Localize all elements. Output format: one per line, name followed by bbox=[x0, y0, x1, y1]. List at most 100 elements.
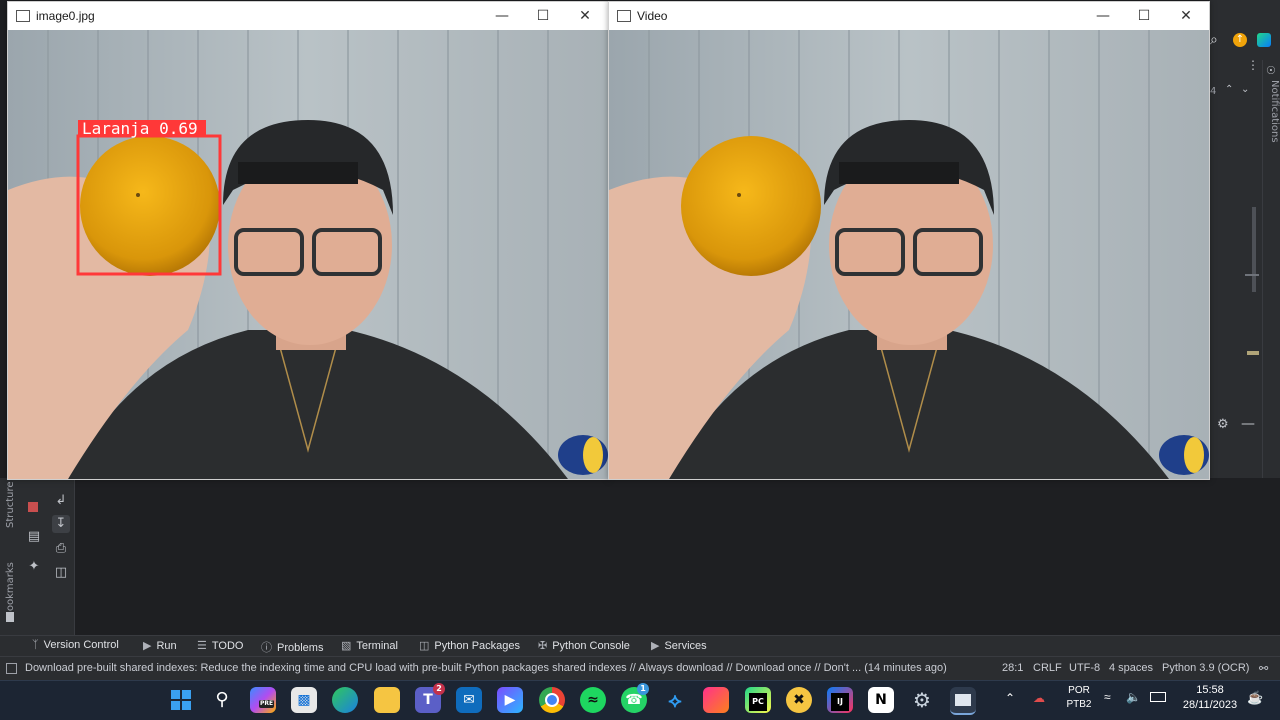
intellij-icon[interactable]: IJ bbox=[827, 687, 853, 713]
python-packages-icon: ◫ bbox=[419, 640, 430, 652]
pin-icon[interactable]: ✦ bbox=[25, 558, 43, 576]
version-control-icon: ᛉ bbox=[32, 639, 39, 651]
run-console-output[interactable] bbox=[75, 478, 1280, 635]
chevron-up-icon[interactable]: ⌃ bbox=[1225, 84, 1233, 95]
stop-icon[interactable] bbox=[28, 502, 38, 512]
gear-icon[interactable]: ⚙ bbox=[1217, 417, 1229, 432]
tab-python-console[interactable]: ✠ Python Console bbox=[538, 639, 630, 652]
window-icon bbox=[617, 10, 631, 22]
status-bar: Download pre-built shared indexes: Reduc… bbox=[0, 656, 1280, 681]
terminal-icon: ▧ bbox=[341, 640, 352, 652]
spotify-icon[interactable]: ≈ bbox=[580, 687, 606, 713]
chevron-down-icon[interactable]: ⌄ bbox=[1241, 84, 1249, 95]
edge-icon[interactable] bbox=[332, 687, 358, 713]
pycharm-icon[interactable]: PC bbox=[745, 687, 771, 713]
lock-icon[interactable]: ⚯ bbox=[1259, 662, 1268, 675]
store-icon[interactable]: ▩ bbox=[291, 687, 317, 713]
clipchamp-icon[interactable]: ▶ bbox=[497, 687, 523, 713]
image-window-titlebar[interactable]: image0.jpg — ☐ ✕ bbox=[8, 2, 608, 30]
layout-icon[interactable]: ▤ bbox=[25, 528, 43, 546]
windows-taskbar: ⚲ PRE ▩ T 2 ✉ ▶ ≈ ☎ 1 ⟡ PC ✖ IJ N ⚙ ⌃ ☁ … bbox=[0, 680, 1280, 720]
minimize-button[interactable]: — bbox=[1083, 4, 1123, 28]
image-window[interactable]: image0.jpg — ☐ ✕ Laranja 0.69 bbox=[7, 1, 609, 480]
tab-python-packages[interactable]: ◫ Python Packages bbox=[419, 639, 520, 652]
tab-problems[interactable]: ⓘ Problems bbox=[261, 639, 323, 655]
windows-start-icon[interactable] bbox=[168, 687, 194, 713]
caret-position[interactable]: 28:1 bbox=[1002, 662, 1023, 674]
file-explorer-icon[interactable] bbox=[374, 687, 400, 713]
settings-icon[interactable]: ⚙ bbox=[909, 687, 935, 713]
status-message[interactable]: Download pre-built shared indexes: Reduc… bbox=[25, 662, 947, 674]
app-icon[interactable]: ✖ bbox=[786, 687, 812, 713]
clock-time: 15:58 bbox=[1196, 684, 1224, 696]
cloud-sync-icon[interactable]: ☁ bbox=[1033, 691, 1045, 705]
update-icon[interactable]: ↑ bbox=[1233, 33, 1247, 47]
jetbrains-toolbox-icon[interactable] bbox=[703, 687, 729, 713]
trash-icon[interactable]: ◫ bbox=[52, 564, 70, 582]
tab-label: Run bbox=[156, 640, 177, 652]
tab-services[interactable]: ▶ Services bbox=[651, 639, 707, 652]
copilot-icon[interactable]: PRE bbox=[250, 687, 276, 713]
structure-tab[interactable]: Structure bbox=[5, 478, 16, 528]
file-encoding[interactable]: UTF-8 bbox=[1069, 662, 1100, 674]
close-button[interactable]: ✕ bbox=[565, 4, 605, 28]
print-icon[interactable]: ⎙ bbox=[52, 540, 70, 558]
tab-label: Terminal bbox=[356, 640, 398, 652]
tab-version-control[interactable]: ᛉ Version Control bbox=[32, 639, 119, 651]
tab-label: TODO bbox=[211, 640, 244, 652]
video-window[interactable]: Video — ☐ ✕ bbox=[608, 1, 1210, 480]
copilot-pre-tag: PRE bbox=[259, 700, 275, 708]
notification-bell-icon[interactable]: ☕ bbox=[1247, 690, 1263, 706]
mail-icon[interactable]: ✉ bbox=[456, 687, 482, 713]
teams-icon[interactable]: T 2 bbox=[415, 683, 445, 713]
volume-icon[interactable]: 🔈 bbox=[1126, 690, 1141, 704]
tab-label: Services bbox=[664, 640, 707, 652]
tab-label: Problems bbox=[277, 642, 324, 654]
maximize-button[interactable]: ☐ bbox=[1124, 4, 1164, 28]
maximize-button[interactable]: ☐ bbox=[523, 4, 563, 28]
tab-todo[interactable]: ☰ TODO bbox=[197, 639, 243, 652]
bookmark-icon[interactable] bbox=[6, 612, 14, 622]
close-button[interactable]: ✕ bbox=[1166, 4, 1206, 28]
bookmarks-tab[interactable]: Bookmarks bbox=[5, 558, 16, 618]
whatsapp-icon[interactable]: ☎ 1 bbox=[621, 683, 649, 713]
soft-wrap-icon[interactable]: ↲ bbox=[52, 492, 70, 510]
search-icon[interactable]: ⚲ bbox=[209, 687, 235, 713]
python-window-icon[interactable] bbox=[950, 687, 976, 715]
teams-badge: 2 bbox=[433, 683, 445, 695]
scroll-to-end-icon[interactable]: ↧ bbox=[52, 515, 70, 533]
notifications-bell-icon[interactable]: ☉ bbox=[1266, 64, 1276, 77]
more-icon[interactable]: ⋮ bbox=[1247, 58, 1259, 72]
tab-run[interactable]: ▶ Run bbox=[143, 639, 177, 652]
search-icon[interactable]: ⌕ bbox=[1210, 32, 1226, 48]
notion-icon[interactable]: N bbox=[868, 687, 894, 713]
editor-scrollbar[interactable] bbox=[1252, 207, 1256, 292]
tab-label: Python Packages bbox=[434, 640, 521, 652]
wifi-icon[interactable]: ≈ bbox=[1104, 690, 1111, 704]
vscode-icon[interactable]: ⟡ bbox=[662, 687, 688, 713]
tab-terminal[interactable]: ▧ Terminal bbox=[341, 639, 398, 652]
notifications-tab[interactable]: Notifications bbox=[1262, 80, 1280, 170]
python-interpreter[interactable]: Python 3.9 (OCR) bbox=[1162, 662, 1249, 674]
tool-window-bar: ᛉ Version Control ▶ Run ☰ TODO ⓘ Problems ▧ T… bbox=[0, 635, 1280, 657]
image-window-title: image0.jpg bbox=[36, 9, 95, 23]
services-icon: ▶ bbox=[651, 640, 660, 652]
todo-icon: ☰ bbox=[197, 640, 207, 652]
python-console-icon: ✠ bbox=[538, 640, 548, 652]
minimize-button[interactable]: — bbox=[482, 4, 522, 28]
clock[interactable]: 15:58 28/11/2023 bbox=[1178, 684, 1242, 711]
minimize-panel-icon[interactable]: — bbox=[1241, 416, 1255, 432]
indent-setting[interactable]: 4 spaces bbox=[1109, 662, 1153, 674]
image-frame: Laranja 0.69 bbox=[8, 30, 608, 479]
scroll-marker-warning bbox=[1247, 351, 1259, 355]
line-separator[interactable]: CRLF bbox=[1033, 662, 1062, 674]
language-code: POR bbox=[1068, 685, 1090, 696]
run-icon: ▶ bbox=[143, 640, 152, 652]
show-hidden-icons[interactable]: ⌃ bbox=[1005, 691, 1015, 705]
notification-square-icon[interactable] bbox=[6, 663, 17, 674]
battery-icon[interactable] bbox=[1150, 692, 1166, 702]
chrome-icon[interactable] bbox=[539, 687, 565, 713]
tab-label: Python Console bbox=[552, 640, 630, 652]
video-window-titlebar[interactable]: Video — ☐ ✕ bbox=[609, 2, 1209, 30]
language-indicator[interactable]: POR PTB2 bbox=[1062, 685, 1096, 710]
